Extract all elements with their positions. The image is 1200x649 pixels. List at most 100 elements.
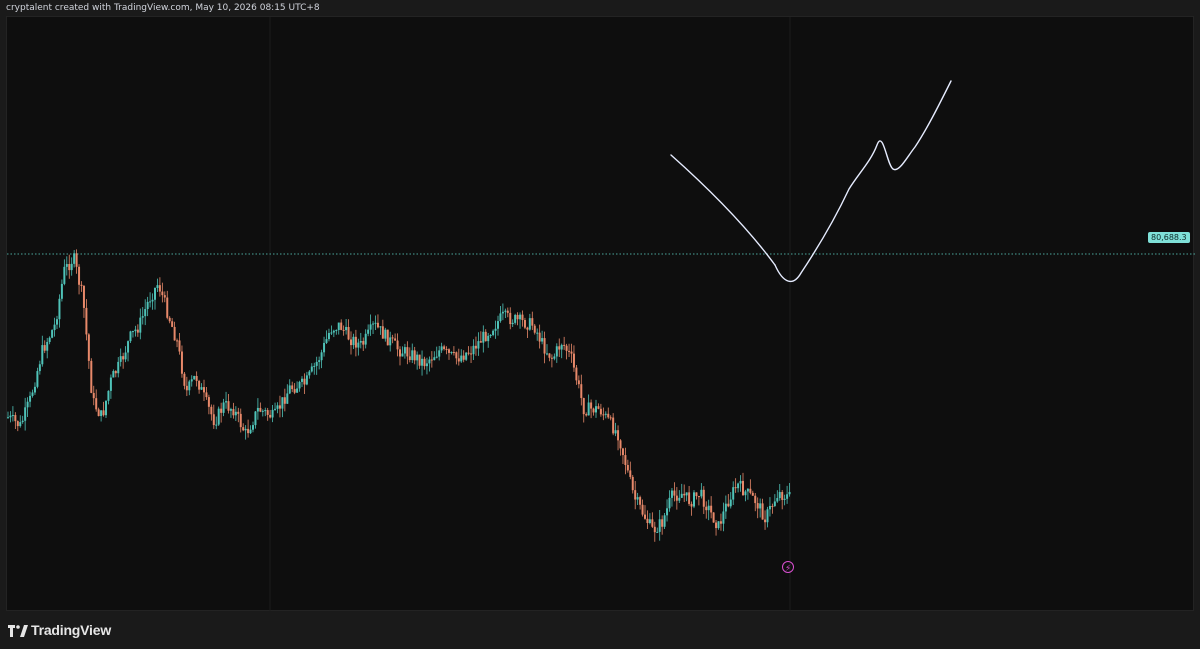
candle-body bbox=[457, 358, 460, 362]
candle-body bbox=[220, 408, 223, 413]
candle-body bbox=[109, 377, 112, 391]
candle-body bbox=[163, 295, 166, 298]
candle-body bbox=[305, 375, 308, 385]
candle-body bbox=[411, 350, 414, 361]
candle-body bbox=[766, 509, 769, 523]
chart-pane[interactable] bbox=[6, 16, 1195, 612]
tradingview-brand-text[interactable]: TradingView bbox=[31, 622, 111, 638]
candle-body bbox=[19, 422, 22, 427]
candle-body bbox=[386, 329, 389, 346]
candle-body bbox=[568, 350, 571, 352]
candle-body bbox=[629, 470, 632, 477]
candle-body bbox=[53, 324, 56, 331]
candle-body bbox=[92, 392, 95, 399]
candle-body bbox=[31, 392, 34, 396]
candle-body bbox=[75, 253, 78, 267]
candle-body bbox=[129, 331, 132, 342]
candle-body bbox=[560, 344, 563, 350]
candle-body bbox=[154, 287, 156, 300]
candle-body bbox=[538, 332, 541, 342]
candle-body bbox=[357, 342, 360, 348]
candle-body bbox=[462, 355, 465, 360]
candle-body bbox=[484, 331, 487, 342]
candle-body bbox=[82, 285, 85, 308]
candle-body bbox=[675, 495, 678, 501]
candle-body bbox=[78, 266, 81, 285]
candlestick-chart[interactable] bbox=[7, 17, 1195, 612]
candle-body bbox=[256, 407, 259, 412]
candle-body bbox=[239, 413, 242, 428]
candle-body bbox=[173, 326, 176, 341]
candle-body bbox=[372, 323, 375, 325]
candle-body bbox=[369, 324, 372, 330]
candle-body bbox=[413, 350, 416, 361]
candle-body bbox=[9, 415, 12, 418]
lightning-bolt-icon[interactable]: ⚡ bbox=[782, 561, 794, 573]
candle-body bbox=[134, 329, 137, 332]
candle-body bbox=[440, 346, 443, 351]
candle-body bbox=[526, 327, 529, 330]
candle-body bbox=[533, 325, 536, 333]
candle-body bbox=[626, 464, 629, 471]
candle-body bbox=[428, 359, 431, 364]
candle-body bbox=[509, 312, 512, 325]
candle-body bbox=[685, 492, 688, 496]
candle-body bbox=[744, 491, 747, 496]
candle-body bbox=[193, 375, 196, 380]
candle-body bbox=[318, 360, 321, 362]
candle-body bbox=[719, 521, 722, 524]
candle-body bbox=[102, 410, 105, 416]
candle-body bbox=[688, 492, 691, 504]
candle-body bbox=[516, 314, 519, 320]
candle-body bbox=[575, 367, 578, 381]
candle-body bbox=[161, 291, 164, 296]
candle-body bbox=[391, 337, 394, 339]
candle-body bbox=[577, 380, 580, 385]
candle-body bbox=[661, 519, 664, 527]
candle-body bbox=[323, 342, 326, 353]
candle-body bbox=[266, 410, 269, 415]
candle-body bbox=[29, 395, 32, 402]
candle-body bbox=[227, 401, 230, 411]
candle-body bbox=[364, 333, 367, 345]
candle-body bbox=[715, 522, 718, 529]
candle-body bbox=[445, 348, 448, 350]
candle-body bbox=[114, 371, 117, 374]
candle-body bbox=[416, 354, 419, 361]
candle-body bbox=[541, 338, 544, 342]
candle-body bbox=[712, 512, 715, 523]
candle-body bbox=[362, 340, 365, 345]
candle-body bbox=[656, 531, 659, 533]
candle-body bbox=[697, 496, 700, 498]
candle-body bbox=[117, 361, 120, 374]
candle-body bbox=[764, 519, 767, 523]
candle-body bbox=[14, 415, 17, 422]
candle-body bbox=[563, 344, 566, 346]
candle-body bbox=[131, 331, 134, 333]
candle-body bbox=[151, 299, 154, 302]
candle-body bbox=[492, 330, 495, 335]
candle-body bbox=[636, 497, 639, 500]
candle-body bbox=[548, 353, 551, 358]
candle-body bbox=[210, 406, 213, 415]
candle-body bbox=[663, 515, 666, 527]
candle-body bbox=[195, 375, 198, 381]
candle-body bbox=[592, 408, 595, 413]
candle-body bbox=[644, 514, 646, 519]
candle-body bbox=[724, 503, 727, 512]
candle-body bbox=[254, 411, 257, 426]
candle-body bbox=[648, 519, 651, 523]
candle-body bbox=[438, 350, 441, 357]
candle-body bbox=[751, 492, 754, 496]
candle-body bbox=[381, 326, 384, 339]
candle-body bbox=[614, 430, 617, 434]
candle-body bbox=[26, 401, 29, 408]
candle-body bbox=[778, 492, 781, 499]
candle-body bbox=[673, 490, 676, 496]
candle-body bbox=[276, 405, 279, 409]
candle-body bbox=[631, 476, 634, 491]
trendline-drawing bbox=[670, 154, 776, 266]
candle-body bbox=[582, 398, 585, 415]
candle-body bbox=[465, 352, 468, 360]
candle-body bbox=[624, 455, 627, 465]
